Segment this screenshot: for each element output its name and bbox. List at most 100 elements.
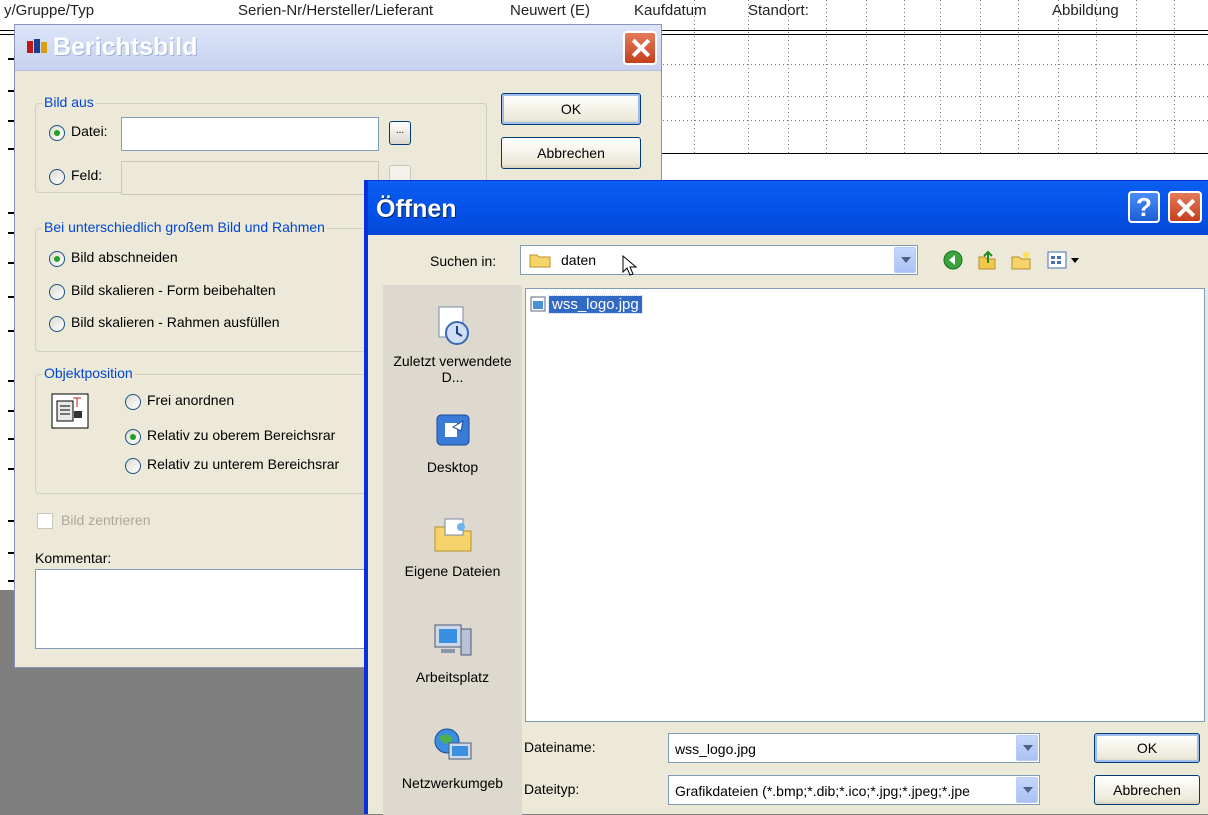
open-file-dialog: Öffnen ? Suchen in: daten Zuletzt verwen… xyxy=(364,180,1208,815)
datei-input[interactable] xyxy=(121,117,379,151)
grid-line xyxy=(694,0,695,154)
option-frei-radio[interactable] xyxy=(125,394,141,410)
report-column-header: Abbildung xyxy=(1052,2,1119,19)
places-bar: Zuletzt verwendete D... Desktop Eigene D… xyxy=(383,285,522,815)
report-column-header: Serien-Nr/Hersteller/Lieferant xyxy=(238,2,434,19)
file-name: wss_logo.jpg xyxy=(548,294,643,314)
network-places-icon xyxy=(434,728,471,760)
group-label: Objektposition xyxy=(42,365,135,381)
image-file-icon xyxy=(530,296,546,312)
look-in-label: Suchen in: xyxy=(430,253,497,269)
place-label: Zuletzt verwendete D... xyxy=(393,353,512,385)
grid-line xyxy=(1174,0,1175,154)
chevron-down-icon[interactable] xyxy=(894,247,916,273)
dialog-title: Öffnen xyxy=(376,195,457,223)
cancel-button[interactable]: Abbrechen xyxy=(501,137,641,169)
report-divider xyxy=(655,153,1208,154)
close-button[interactable] xyxy=(1168,191,1202,223)
mouse-cursor xyxy=(622,255,638,276)
grid-line xyxy=(655,120,1208,121)
chevron-down-icon[interactable] xyxy=(1016,777,1038,803)
grid-line xyxy=(655,64,1208,65)
open-ok-button[interactable]: OK xyxy=(1094,733,1200,763)
up-folder-icon[interactable] xyxy=(976,249,998,271)
grid-line xyxy=(826,0,827,154)
grid-line xyxy=(748,0,749,154)
list-item[interactable]: wss_logo.jpg xyxy=(530,293,643,315)
app-icon xyxy=(27,39,47,53)
my-computer-icon xyxy=(434,624,471,656)
place-network[interactable]: Netzwerkumgeb xyxy=(383,725,522,791)
filetype-combo[interactable]: Grafikdateien (*.bmp;*.dib;*.ico;*.jpg;*… xyxy=(668,775,1040,805)
grid-line xyxy=(1018,0,1019,154)
grid-line xyxy=(1058,0,1059,154)
grid-line xyxy=(980,0,981,154)
ok-button[interactable]: OK xyxy=(501,93,641,125)
back-icon[interactable] xyxy=(942,249,964,271)
filename-value: wss_logo.jpg xyxy=(675,741,756,757)
look-in-value: daten xyxy=(561,252,597,268)
grid-line xyxy=(788,0,789,154)
bild-zentrieren-label: Bild zentrieren xyxy=(61,512,151,528)
dialog-titlebar[interactable]: Berichtsbild xyxy=(15,25,661,71)
option-frei-label: Frei anordnen xyxy=(147,392,235,408)
close-button[interactable] xyxy=(623,31,657,65)
look-in-combo[interactable]: daten xyxy=(520,245,918,275)
option-skalieren-form-radio[interactable] xyxy=(49,284,65,300)
filetype-value: Grafikdateien (*.bmp;*.dib;*.ico;*.jpg;*… xyxy=(675,783,970,799)
chevron-down-icon[interactable] xyxy=(1016,735,1038,761)
open-cancel-button[interactable]: Abbrechen xyxy=(1094,775,1200,805)
dialog-titlebar[interactable]: Öffnen ? xyxy=(368,181,1208,235)
option-relativ-unten-radio[interactable] xyxy=(125,458,141,474)
folder-icon xyxy=(529,254,551,268)
feld-select[interactable] xyxy=(121,161,379,195)
filename-combo[interactable]: wss_logo.jpg xyxy=(668,733,1040,763)
report-column-header: Standort: xyxy=(748,2,809,19)
object-position-icon xyxy=(51,393,89,429)
dialog-title: Berichtsbild xyxy=(53,33,198,61)
grid-line xyxy=(1096,0,1097,154)
grid-line xyxy=(904,0,905,154)
file-list[interactable]: wss_logo.jpg xyxy=(525,288,1205,722)
feld-radio[interactable] xyxy=(49,169,65,185)
datei-radio[interactable] xyxy=(49,125,65,141)
desktop-icon xyxy=(436,414,469,446)
place-my-documents[interactable]: Eigene Dateien xyxy=(383,513,522,579)
option-relativ-oben-radio[interactable] xyxy=(125,429,141,445)
place-label: Desktop xyxy=(426,459,479,475)
datei-label: Datei: xyxy=(71,123,108,139)
grid-line xyxy=(940,0,941,154)
place-desktop[interactable]: Desktop xyxy=(383,409,522,475)
option-relativ-oben-label: Relativ zu oberem Bereichsrar xyxy=(147,427,336,443)
option-skalieren-form-label: Bild skalieren - Form beibehalten xyxy=(71,282,276,298)
option-bild-abschneiden-radio[interactable] xyxy=(49,251,65,267)
browse-button[interactable]: ... xyxy=(389,121,411,145)
option-relativ-unten-label: Relativ zu unterem Bereichsrar xyxy=(147,456,340,472)
comment-label: Kommentar: xyxy=(35,550,112,566)
feld-label: Feld: xyxy=(71,167,103,183)
my-documents-icon xyxy=(434,518,471,552)
group-label: Bei unterschiedlich großem Bild und Rahm… xyxy=(42,219,327,235)
recent-documents-icon xyxy=(438,306,469,345)
filename-label: Dateiname: xyxy=(524,739,596,755)
place-my-computer[interactable]: Arbeitsplatz xyxy=(383,619,522,685)
filetype-label: Dateityp: xyxy=(524,781,580,797)
help-button[interactable]: ? xyxy=(1128,191,1160,223)
option-skalieren-rahmen-radio[interactable] xyxy=(49,316,65,332)
report-column-header: y/Gruppe/Typ xyxy=(4,2,95,19)
report-column-header: Kaufdatum xyxy=(634,2,707,19)
grid-line xyxy=(866,0,867,154)
new-folder-icon[interactable] xyxy=(1010,249,1032,271)
place-label: Eigene Dateien xyxy=(404,563,501,579)
option-bild-abschneiden-label: Bild abschneiden xyxy=(71,249,178,265)
place-label: Arbeitsplatz xyxy=(415,669,490,685)
place-label: Netzwerkumgeb xyxy=(401,775,504,791)
bild-zentrieren-checkbox[interactable] xyxy=(37,513,53,529)
grid-line xyxy=(1136,0,1137,154)
grid-line xyxy=(655,96,1208,97)
report-column-header: Neuwert (E) xyxy=(510,2,591,19)
place-recent[interactable]: Zuletzt verwendete D... xyxy=(383,303,522,385)
group-label: Bild aus xyxy=(42,94,96,110)
option-skalieren-rahmen-label: Bild skalieren - Rahmen ausfüllen xyxy=(71,314,280,330)
view-menu-icon[interactable] xyxy=(1046,249,1086,271)
